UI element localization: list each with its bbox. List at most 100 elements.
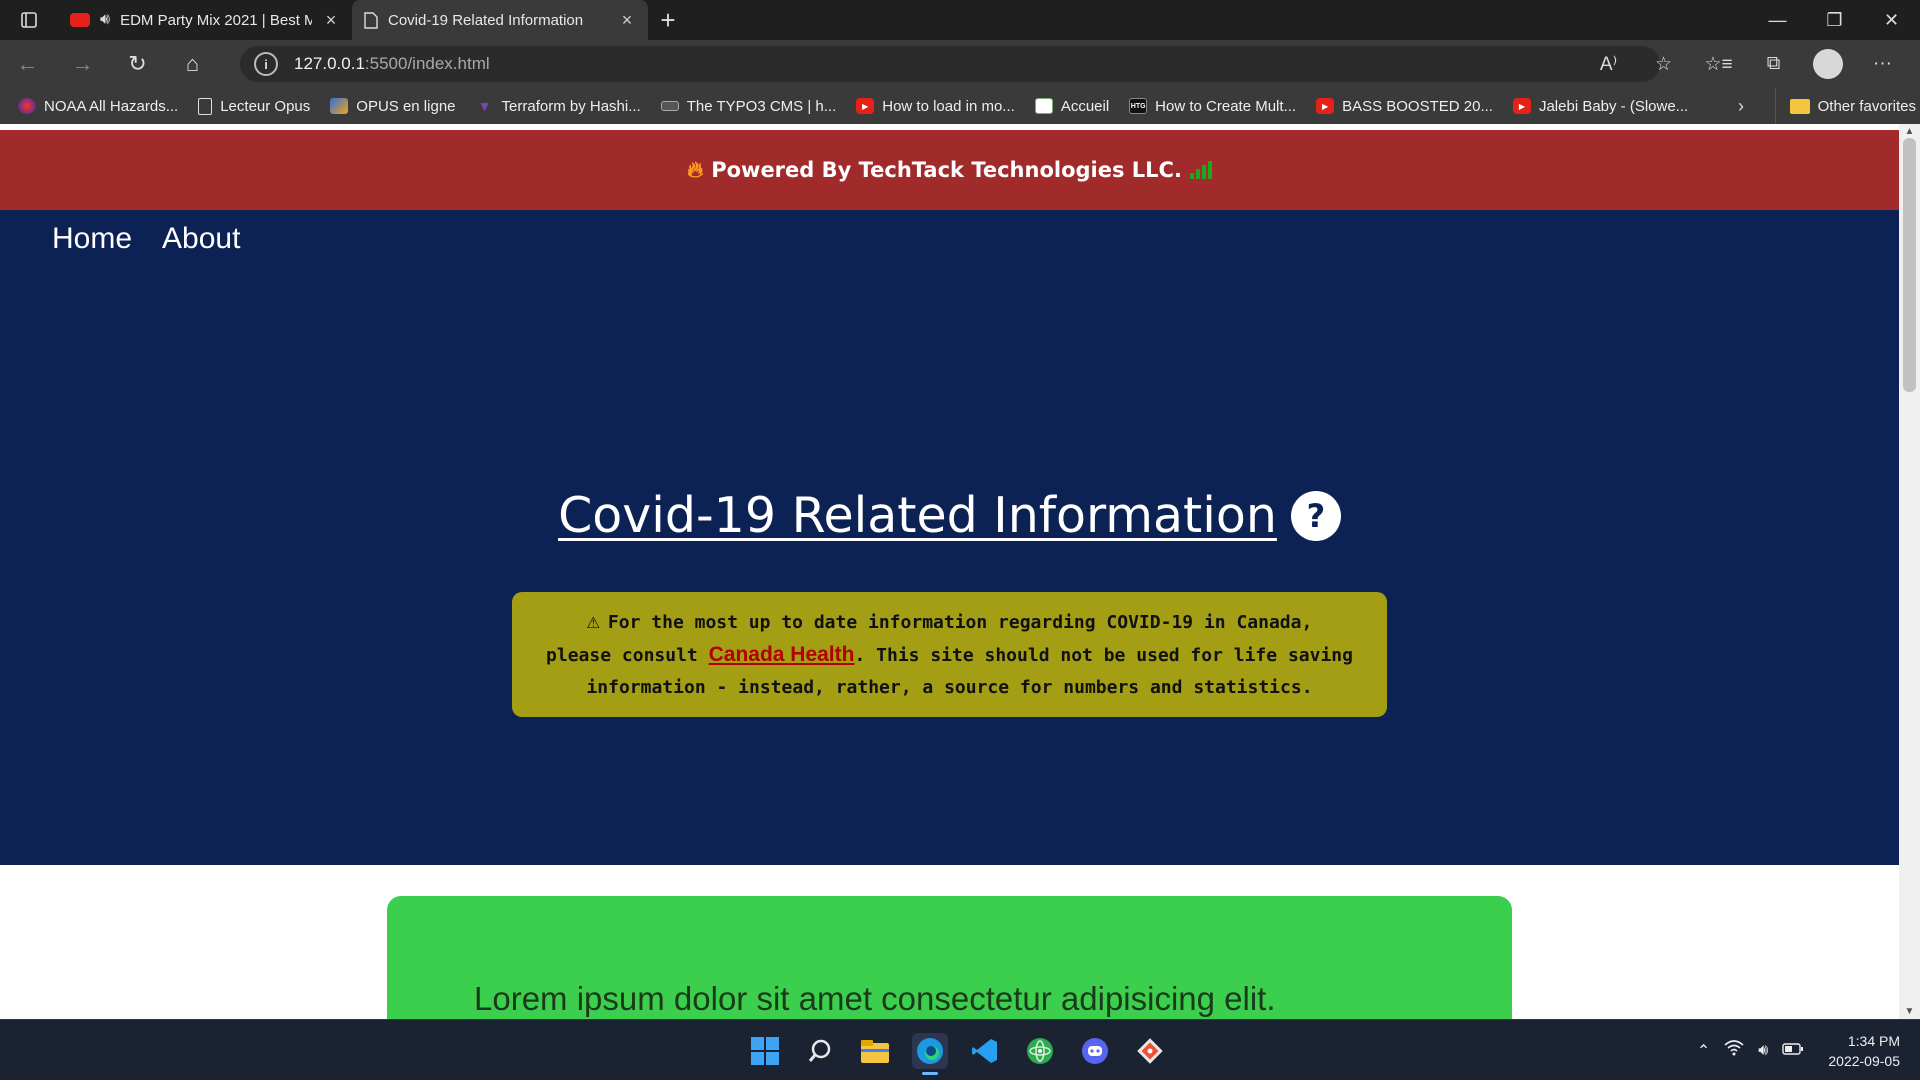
restore-icon[interactable]: ❐ bbox=[1806, 0, 1863, 40]
other-favorites-label: Other favorites bbox=[1817, 97, 1916, 115]
favorite-label: Terraform by Hashi... bbox=[501, 97, 641, 115]
file-explorer-icon[interactable] bbox=[857, 1033, 893, 1069]
page-title: Covid-19 Related Information bbox=[558, 487, 1277, 544]
close-window-icon[interactable]: ✕ bbox=[1863, 0, 1920, 40]
help-icon[interactable]: ? bbox=[1290, 490, 1341, 541]
favorite-label: Lecteur Opus bbox=[220, 97, 311, 115]
hero-section: Home About Covid-19 Related Information … bbox=[0, 210, 1899, 865]
collections-icon[interactable]: ⧉ bbox=[1746, 40, 1801, 88]
tab-title: EDM Party Mix 2021 | Best M bbox=[120, 11, 312, 29]
search-icon[interactable] bbox=[802, 1033, 838, 1069]
htg-icon: HTG bbox=[1129, 98, 1148, 114]
notice-text: For the most up to date information rega… bbox=[607, 612, 1313, 633]
url-path: :5500/index.html bbox=[364, 54, 490, 73]
tab-title: Covid-19 Related Information bbox=[388, 11, 584, 29]
start-icon[interactable] bbox=[747, 1033, 783, 1069]
favorite-item[interactable]: Lecteur Opus bbox=[198, 97, 311, 115]
favorites-overflow-chevron-icon[interactable]: › bbox=[1738, 88, 1744, 124]
notice-text: please consult bbox=[546, 645, 709, 666]
clock[interactable]: 1:34 PM 2022-09-05 bbox=[1828, 1031, 1900, 1071]
youtube-icon: ▶ bbox=[856, 98, 875, 114]
close-tab-icon[interactable]: × bbox=[618, 11, 636, 29]
favorite-item[interactable]: OPUS en ligne bbox=[330, 98, 456, 115]
forward-arrow-icon: → bbox=[71, 51, 94, 76]
youtube-icon: ▶ bbox=[1316, 98, 1335, 114]
scroll-down-icon[interactable]: ▼ bbox=[1899, 1006, 1920, 1017]
page-headline: Covid-19 Related Information ? bbox=[0, 487, 1899, 544]
clock-date: 2022-09-05 bbox=[1828, 1052, 1900, 1069]
scrollbar-thumb[interactable] bbox=[1903, 138, 1916, 392]
toolbar-right-actions: A⁾ ☆ ☆≡ ⧉ ··· bbox=[1581, 40, 1910, 88]
more-options-icon[interactable]: ··· bbox=[1855, 40, 1910, 88]
discord-icon[interactable] bbox=[1077, 1033, 1113, 1069]
noaa-icon bbox=[18, 98, 36, 114]
content-card: Lorem ipsum dolor sit amet consectetur a… bbox=[387, 896, 1512, 1019]
tray-overflow-icon[interactable]: ⌃ bbox=[1697, 1041, 1710, 1061]
clock-time: 1:34 PM bbox=[1847, 1032, 1900, 1049]
favorite-item[interactable]: ▶ BASS BOOSTED 20... bbox=[1316, 98, 1493, 115]
page-scrollbar[interactable]: ▲ ▼ bbox=[1899, 124, 1920, 1019]
add-favorite-icon[interactable]: ☆ bbox=[1636, 40, 1691, 88]
card-text: Lorem ipsum dolor sit amet consectetur a… bbox=[474, 980, 1276, 1017]
new-tab-button[interactable]: + bbox=[648, 5, 688, 36]
home-button[interactable]: ⌂ bbox=[165, 40, 220, 88]
vscode-icon[interactable] bbox=[967, 1033, 1003, 1069]
tab-actions-button[interactable] bbox=[0, 0, 58, 40]
screen: 🔊︎ EDM Party Mix 2021 | Best M × Covid-1… bbox=[0, 0, 1920, 1080]
minimize-icon[interactable]: — bbox=[1749, 0, 1806, 40]
volume-icon[interactable]: 🔊︎ bbox=[1758, 1042, 1768, 1060]
url-host: 127.0.0.1 bbox=[294, 54, 365, 73]
site-info-icon[interactable]: i bbox=[254, 52, 278, 76]
favorite-label: BASS BOOSTED 20... bbox=[1342, 97, 1493, 115]
favorite-item[interactable]: HTG How to Create Mult... bbox=[1129, 98, 1296, 115]
atom-icon[interactable] bbox=[1022, 1033, 1058, 1069]
windows-taskbar: ⌃ 🔊︎ 1:34 PM 2022-09-05 bbox=[0, 1019, 1920, 1080]
edge-icon[interactable] bbox=[912, 1032, 948, 1075]
folder-icon bbox=[1789, 98, 1810, 114]
nav-home-link[interactable]: Home bbox=[52, 222, 132, 256]
tab-covid-info[interactable]: Covid-19 Related Information × bbox=[352, 0, 648, 40]
typo3-icon bbox=[660, 101, 679, 111]
favorite-item[interactable]: The TYPO3 CMS | h... bbox=[660, 97, 837, 115]
favorite-label: The TYPO3 CMS | h... bbox=[686, 97, 837, 115]
scroll-up-icon[interactable]: ▲ bbox=[1899, 126, 1920, 137]
back-button[interactable]: ← bbox=[0, 40, 55, 88]
refresh-button[interactable]: ↻ bbox=[110, 40, 165, 88]
address-bar[interactable]: i 127.0.0.1:5500/index.html bbox=[240, 46, 1660, 82]
taskbar-apps bbox=[747, 1020, 1168, 1080]
favorite-item[interactable]: ▶ Jalebi Baby - (Slowe... bbox=[1512, 98, 1688, 115]
forward-button[interactable]: → bbox=[55, 40, 110, 88]
window-controls: — ❐ ✕ bbox=[1749, 0, 1920, 40]
git-icon[interactable] bbox=[1132, 1033, 1168, 1069]
other-favorites[interactable]: Other favorites bbox=[1774, 88, 1916, 124]
browser-tab-strip: 🔊︎ EDM Party Mix 2021 | Best M × Covid-1… bbox=[0, 0, 1920, 40]
profile-avatar[interactable] bbox=[1813, 49, 1843, 79]
wifi-icon[interactable] bbox=[1724, 1040, 1744, 1061]
favorite-label: How to Create Mult... bbox=[1155, 97, 1297, 115]
site-nav: Home About bbox=[52, 222, 240, 256]
powered-by-banner: 🔥︎ Powered By TechTack Technologies LLC. bbox=[0, 130, 1899, 210]
canada-health-link[interactable]: Canada Health bbox=[709, 643, 855, 666]
youtube-icon: ▶ bbox=[1512, 98, 1531, 114]
notice-text: information - instead, rather, a source … bbox=[586, 677, 1313, 698]
favorite-label: Accueil bbox=[1060, 97, 1110, 115]
favorite-item[interactable]: ▼ Terraform by Hashi... bbox=[476, 98, 641, 115]
fire-icon: 🔥︎ bbox=[687, 157, 704, 183]
favorites-icon[interactable]: ☆≡ bbox=[1691, 40, 1746, 88]
page-icon bbox=[198, 97, 213, 115]
battery-icon[interactable] bbox=[1782, 1042, 1804, 1060]
nav-about-link[interactable]: About bbox=[162, 222, 240, 256]
read-aloud-icon[interactable]: A⁾ bbox=[1581, 40, 1636, 88]
tab-edm-party-mix[interactable]: 🔊︎ EDM Party Mix 2021 | Best M × bbox=[58, 0, 352, 40]
browser-toolbar: ← → ↻ ⌂ i 127.0.0.1:5500/index.html A⁾ ☆… bbox=[0, 40, 1920, 88]
speaker-icon[interactable]: 🔊︎ bbox=[100, 11, 110, 29]
youtube-icon bbox=[70, 13, 90, 27]
favorite-item[interactable]: Accueil bbox=[1034, 97, 1110, 115]
terraform-icon: ▼ bbox=[477, 98, 492, 114]
page-icon bbox=[364, 11, 378, 29]
opus-icon bbox=[330, 98, 349, 114]
favorite-item[interactable]: NOAA All Hazards... bbox=[18, 98, 178, 115]
notice-line-2: please consult Canada Health. This site … bbox=[522, 639, 1377, 672]
favorite-item[interactable]: ▶ How to load in mo... bbox=[856, 98, 1015, 115]
close-tab-icon[interactable]: × bbox=[322, 11, 340, 29]
